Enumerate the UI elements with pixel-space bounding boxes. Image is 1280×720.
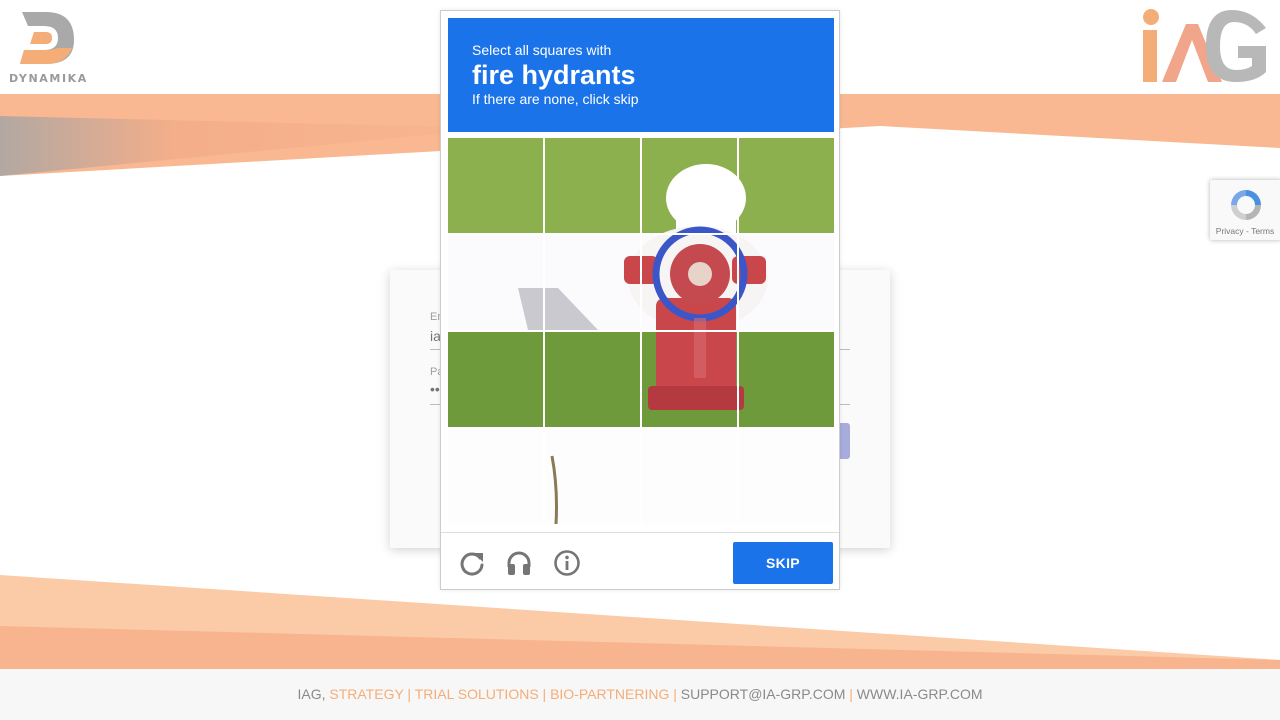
captcha-tile[interactable] <box>739 429 834 524</box>
captcha-image-grid <box>448 138 834 524</box>
site-footer: IAG, STRATEGY | TRIAL SOLUTIONS | BIO-PA… <box>0 669 1280 720</box>
footer-website[interactable]: WWW.IA-GRP.COM <box>853 686 983 702</box>
captcha-tile-image <box>739 429 834 524</box>
captcha-tile[interactable] <box>739 332 834 427</box>
instruction-text: Select all squares with <box>472 42 612 58</box>
captcha-tile-image <box>448 138 543 233</box>
info-icon[interactable] <box>553 549 581 577</box>
captcha-tile[interactable] <box>448 429 543 524</box>
captcha-tile[interactable] <box>448 235 543 330</box>
captcha-tile-image <box>739 235 834 330</box>
skip-hint: If there are none, click skip <box>472 91 639 107</box>
captcha-tile-image <box>642 138 737 233</box>
captcha-tile[interactable] <box>642 332 737 427</box>
captcha-tile[interactable] <box>545 138 640 233</box>
recaptcha-icon <box>1231 190 1261 220</box>
footer-support-email[interactable]: SUPPORT@IA-GRP.COM <box>677 686 849 702</box>
captcha-tile-image <box>545 235 640 330</box>
footer-prefix: IAG, <box>297 686 330 702</box>
captcha-tile[interactable] <box>448 138 543 233</box>
captcha-footer: SKIP <box>441 532 839 590</box>
recaptcha-privacy-terms[interactable]: Privacy - Terms <box>1210 226 1280 236</box>
captcha-tile-image <box>739 138 834 233</box>
captcha-tile-image <box>545 332 640 427</box>
captcha-tile[interactable] <box>739 138 834 233</box>
captcha-tile-image <box>545 138 640 233</box>
audio-icon[interactable] <box>505 549 533 577</box>
captcha-tile[interactable] <box>545 235 640 330</box>
skip-button[interactable]: SKIP <box>733 542 833 584</box>
footer-service-links[interactable]: STRATEGY | TRIAL SOLUTIONS | BIO-PARTNER… <box>329 686 677 702</box>
captcha-tile-image <box>545 429 640 524</box>
reload-icon[interactable] <box>458 549 486 577</box>
iag-logo[interactable] <box>1140 6 1270 86</box>
captcha-tile[interactable] <box>545 332 640 427</box>
captcha-tile-image <box>642 332 737 427</box>
captcha-tile-image <box>642 235 737 330</box>
captcha-tile-image <box>448 235 543 330</box>
target-object: fire hydrants <box>472 60 636 90</box>
captcha-tile-image <box>642 429 737 524</box>
captcha-tile[interactable] <box>448 332 543 427</box>
dynamika-logo-text: DYNAMIKA <box>9 72 88 85</box>
captcha-dialog: Select all squares with fire hydrants If… <box>440 10 840 590</box>
password-input[interactable]: •• <box>430 381 440 397</box>
captcha-instructions: Select all squares with fire hydrants If… <box>448 18 834 132</box>
captcha-tile[interactable] <box>642 138 737 233</box>
recaptcha-badge[interactable]: Privacy - Terms <box>1210 180 1280 240</box>
captcha-tile[interactable] <box>545 429 640 524</box>
captcha-tile[interactable] <box>642 235 737 330</box>
captcha-tile-image <box>739 332 834 427</box>
captcha-tile[interactable] <box>642 429 737 524</box>
captcha-tile-image <box>448 332 543 427</box>
captcha-tile[interactable] <box>739 235 834 330</box>
captcha-tile-image <box>448 429 543 524</box>
